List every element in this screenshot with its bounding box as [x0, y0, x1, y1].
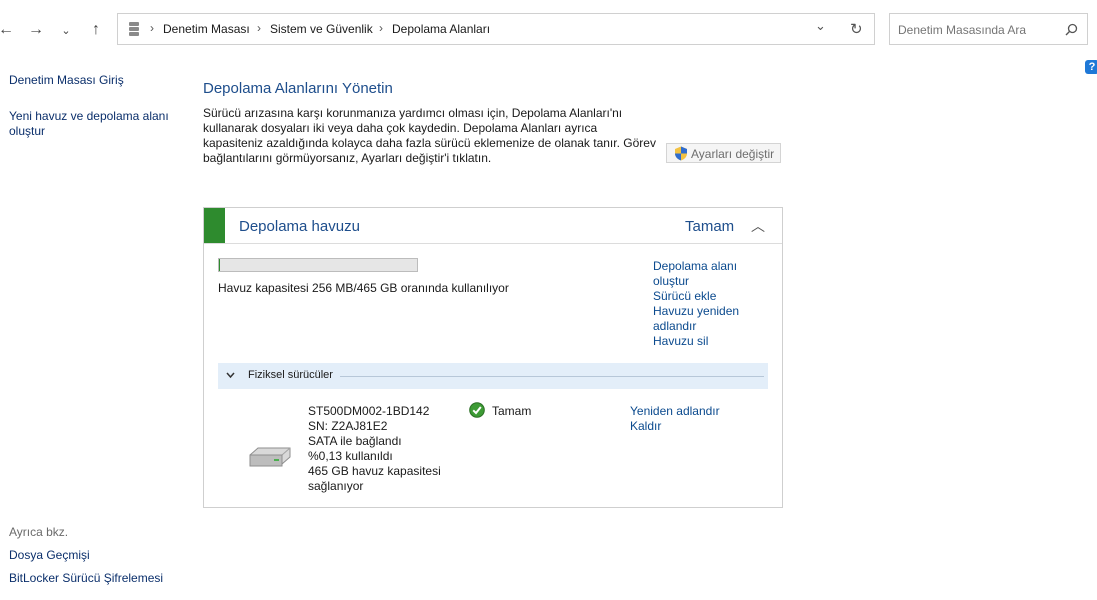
physical-drives-header[interactable]: Fiziksel sürücüler [218, 363, 768, 389]
pool-status: Tamam [685, 218, 735, 235]
page-title: Depolama Alanlarını Yönetin [203, 80, 393, 97]
rename-pool-link[interactable]: Havuzu yeniden adlandır [653, 304, 753, 334]
create-space-link[interactable]: Depolama alanı oluştur [653, 259, 753, 289]
remove-drive-link[interactable]: Kaldır [630, 419, 661, 434]
physical-drives-divider [340, 376, 764, 377]
pool-usage-bar [218, 258, 418, 272]
help-icon[interactable]: ? [1085, 60, 1097, 74]
pool-header-divider [204, 243, 782, 244]
refresh-icon[interactable]: ↻ [850, 20, 863, 38]
dropdown-icon[interactable]: ⌄ [815, 18, 826, 34]
breadcrumb-separator: › [379, 21, 383, 35]
up-button[interactable]: ↑ [84, 18, 108, 42]
sidebar-bitlocker-link[interactable]: BitLocker Sürücü Şifrelemesi [9, 571, 163, 586]
physical-drives-label: Fiziksel sürücüler [248, 369, 333, 381]
pool-capacity-text: Havuz kapasitesi 256 MB/465 GB oranında … [218, 281, 509, 295]
forward-button[interactable]: → [24, 18, 48, 42]
drive-used: %0,13 kullanıldı [308, 449, 393, 463]
expand-icon [226, 372, 235, 379]
sidebar-home-link[interactable]: Denetim Masası Giriş [9, 73, 124, 88]
up-icon: ↑ [92, 21, 100, 38]
sidebar-new-pool-link[interactable]: Yeni havuz ve depolama alanı oluştur [9, 109, 179, 139]
search-icon[interactable] [1065, 23, 1078, 36]
add-drive-link[interactable]: Sürücü ekle [653, 289, 753, 304]
recent-locations-button[interactable]: ⌄ [54, 18, 78, 42]
drive-connection: SATA ile bağlandı [308, 434, 402, 448]
back-button[interactable]: ← [0, 18, 18, 42]
check-icon [469, 402, 485, 418]
change-settings-button[interactable]: Ayarları değiştir [666, 143, 781, 163]
breadcrumb-separator: › [257, 21, 261, 35]
delete-pool-link[interactable]: Havuzu sil [653, 334, 753, 349]
drive-serial: SN: Z2AJ81E2 [308, 419, 388, 433]
breadcrumb-item-storage-spaces[interactable]: Depolama Alanları [392, 22, 490, 36]
rename-drive-link[interactable]: Yeniden adlandır [630, 404, 720, 419]
breadcrumb-item-control-panel[interactable]: Denetim Masası [163, 22, 250, 36]
collapse-icon[interactable]: ︿ [751, 216, 765, 236]
change-settings-label: Ayarları değiştir [691, 147, 775, 161]
breadcrumb-item-system-security[interactable]: Sistem ve Güvenlik [270, 22, 373, 36]
storage-pool-panel: Depolama havuzu Tamam ︿ Havuz kapasitesi… [203, 207, 783, 508]
shield-icon [675, 146, 687, 161]
drive-capacity: 465 GB havuz kapasitesi sağlanıyor [308, 464, 441, 493]
search-input[interactable] [896, 20, 1060, 40]
recent-icon: ⌄ [61, 24, 71, 37]
sidebar-file-history-link[interactable]: Dosya Geçmişi [9, 548, 90, 563]
drive-status: Tamam [492, 404, 532, 418]
search-box[interactable] [889, 13, 1088, 45]
drive-icon [249, 447, 291, 467]
pool-status-stripe [204, 208, 225, 243]
see-also-heading: Ayrıca bkz. [9, 525, 69, 539]
breadcrumb-separator: › [150, 21, 154, 35]
back-icon: ← [0, 21, 14, 38]
page-description: Sürücü arızasına karşı korunmanıza yardı… [203, 106, 656, 165]
drive-model: ST500DM002-1BD142 [308, 404, 430, 418]
pool-name: Depolama havuzu [239, 218, 360, 235]
storage-icon [129, 22, 139, 36]
address-bar[interactable]: › Denetim Masası › Sistem ve Güvenlik › … [117, 13, 875, 45]
forward-icon: → [28, 21, 44, 38]
